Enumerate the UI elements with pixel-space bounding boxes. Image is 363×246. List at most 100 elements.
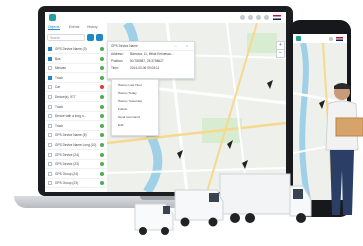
object-list-item[interactable]: Device(s), 977: [45, 93, 107, 102]
object-list-item[interactable]: GPS Device (24): [45, 151, 107, 160]
status-dot-icon: [100, 181, 104, 186]
object-list-item[interactable]: Bus: [45, 55, 107, 64]
object-checkbox[interactable]: [48, 104, 52, 109]
tab-history[interactable]: History: [87, 25, 98, 29]
object-label: Car: [55, 85, 61, 90]
object-list-item[interactable]: Truck: [45, 74, 107, 83]
tab-events[interactable]: Events: [69, 25, 79, 29]
object-label: GPS Device Name (3): [55, 47, 87, 51]
status-dot-icon: [100, 104, 104, 109]
object-checkbox[interactable]: [48, 162, 52, 167]
object-label: Truck: [55, 75, 63, 80]
app-logo-icon: [296, 36, 301, 41]
language-flag-icon[interactable]: [336, 37, 343, 41]
status-dot-icon: [100, 47, 104, 51]
status-dot-icon: [100, 85, 104, 90]
object-label: Bus: [55, 56, 61, 61]
object-checkbox[interactable]: [48, 85, 52, 90]
status-dot-icon: [100, 143, 104, 147]
object-label: Minivan: [55, 66, 66, 71]
status-dot-icon: [100, 56, 104, 61]
time-value: 2014-03-06 09:03:11: [130, 66, 160, 70]
device-info-popup: GPS Device Name ⋯ × Address: Bărnova, 11…: [107, 41, 195, 79]
popup-header: GPS Device Name ⋯ ×: [108, 42, 194, 51]
address-value: Bărnova, 11, Mihai Eminescu...: [130, 52, 174, 56]
object-checkbox[interactable]: [48, 181, 52, 186]
menu-item-history-yesterday[interactable]: History Yesterday: [118, 99, 142, 103]
status-dot-icon: [100, 162, 104, 167]
courier-illustration: [325, 83, 363, 215]
language-flag-icon[interactable]: [273, 15, 281, 20]
object-label: GPS Device Name Long (10): [55, 143, 97, 147]
object-list-item[interactable]: GPS Device Name Long (10): [45, 141, 107, 150]
menu-item-history-last-hour[interactable]: History Last Hour: [118, 83, 142, 87]
notification-icon[interactable]: [240, 15, 245, 20]
object-list-item[interactable]: GPS Device Name (3): [45, 45, 107, 54]
object-checkbox[interactable]: [48, 152, 52, 157]
object-list-item[interactable]: GPS Group (23): [45, 179, 107, 189]
add-object-button[interactable]: [87, 34, 94, 41]
object-checkbox[interactable]: [48, 143, 52, 147]
help-icon[interactable]: [264, 15, 269, 20]
object-list-item[interactable]: Truck: [45, 103, 107, 112]
object-list-item[interactable]: GPS Group (24): [45, 170, 107, 179]
object-label: Device with a long n...: [55, 114, 87, 119]
vehicle-fleet-illustration: [134, 173, 312, 235]
status-dot-icon: [100, 75, 104, 80]
object-list-item[interactable]: GPS Device (23): [45, 160, 107, 170]
status-dot-icon: [100, 152, 104, 157]
object-label: GPS Device (24): [55, 152, 79, 157]
popup-title: GPS Device Name: [111, 44, 138, 48]
status-dot-icon: [100, 133, 104, 138]
status-dot-icon: [100, 171, 104, 176]
app-logo-icon: [49, 14, 56, 21]
object-label: Truck: [55, 104, 63, 109]
user-icon[interactable]: [256, 15, 261, 20]
object-label: GPS Group (24): [55, 171, 79, 176]
menu-item-history-today[interactable]: History Today: [118, 91, 137, 95]
object-checkbox[interactable]: [48, 133, 52, 138]
position-value: 50.785987, 25.3758627: [130, 59, 164, 63]
object-list-item[interactable]: Truck: [45, 122, 107, 131]
close-icon[interactable]: ×: [186, 42, 188, 50]
object-list-item[interactable]: Car: [45, 83, 107, 93]
object-checkbox[interactable]: [48, 75, 52, 80]
settings-icon[interactable]: [248, 15, 253, 20]
object-checkbox[interactable]: [48, 123, 52, 128]
van-icon: [174, 189, 224, 227]
sidebar-tabs: Objects Events History: [45, 23, 107, 32]
address-label: Address:: [111, 52, 124, 56]
object-label: Device(s), 977: [55, 95, 76, 99]
object-label: GPS Device (23): [55, 162, 79, 167]
zoom-out-button[interactable]: −: [276, 49, 285, 58]
status-dot-icon: [100, 123, 104, 128]
tab-objects[interactable]: Objects: [48, 25, 60, 30]
object-label: GPS Group (23): [55, 181, 79, 186]
object-checkbox[interactable]: [48, 47, 52, 51]
settings-icon[interactable]: [329, 37, 333, 41]
time-label: Time:: [111, 66, 119, 70]
menu-item-send-command[interactable]: Send command: [118, 115, 140, 119]
object-list-item[interactable]: Minivan: [45, 64, 107, 74]
status-dot-icon: [100, 114, 104, 119]
object-list-item[interactable]: GPS Device Name (5): [45, 131, 107, 141]
sidebar: Objects Events History Search GPS Device…: [45, 23, 108, 192]
search-input[interactable]: Search: [47, 34, 85, 41]
context-menu: History Last Hour History Today History …: [111, 79, 159, 136]
compact-van-icon: [134, 203, 174, 235]
truck-icon: [219, 173, 312, 223]
status-dot-icon: [100, 66, 104, 71]
object-list-item[interactable]: Device with a long n...: [45, 112, 107, 122]
object-checkbox[interactable]: [48, 66, 52, 71]
object-checkbox[interactable]: [48, 95, 52, 99]
menu-item-follow[interactable]: Follow: [118, 107, 127, 111]
object-checkbox[interactable]: [48, 56, 52, 61]
object-label: Truck: [55, 123, 63, 128]
object-checkbox[interactable]: [48, 114, 52, 119]
position-label: Position:: [111, 59, 124, 63]
object-label: GPS Device Name (5): [55, 133, 87, 138]
popup-actions-icon[interactable]: ⋯: [174, 42, 177, 50]
filter-button[interactable]: [96, 34, 103, 41]
object-checkbox[interactable]: [48, 171, 52, 176]
menu-item-edit[interactable]: Edit: [118, 123, 123, 127]
